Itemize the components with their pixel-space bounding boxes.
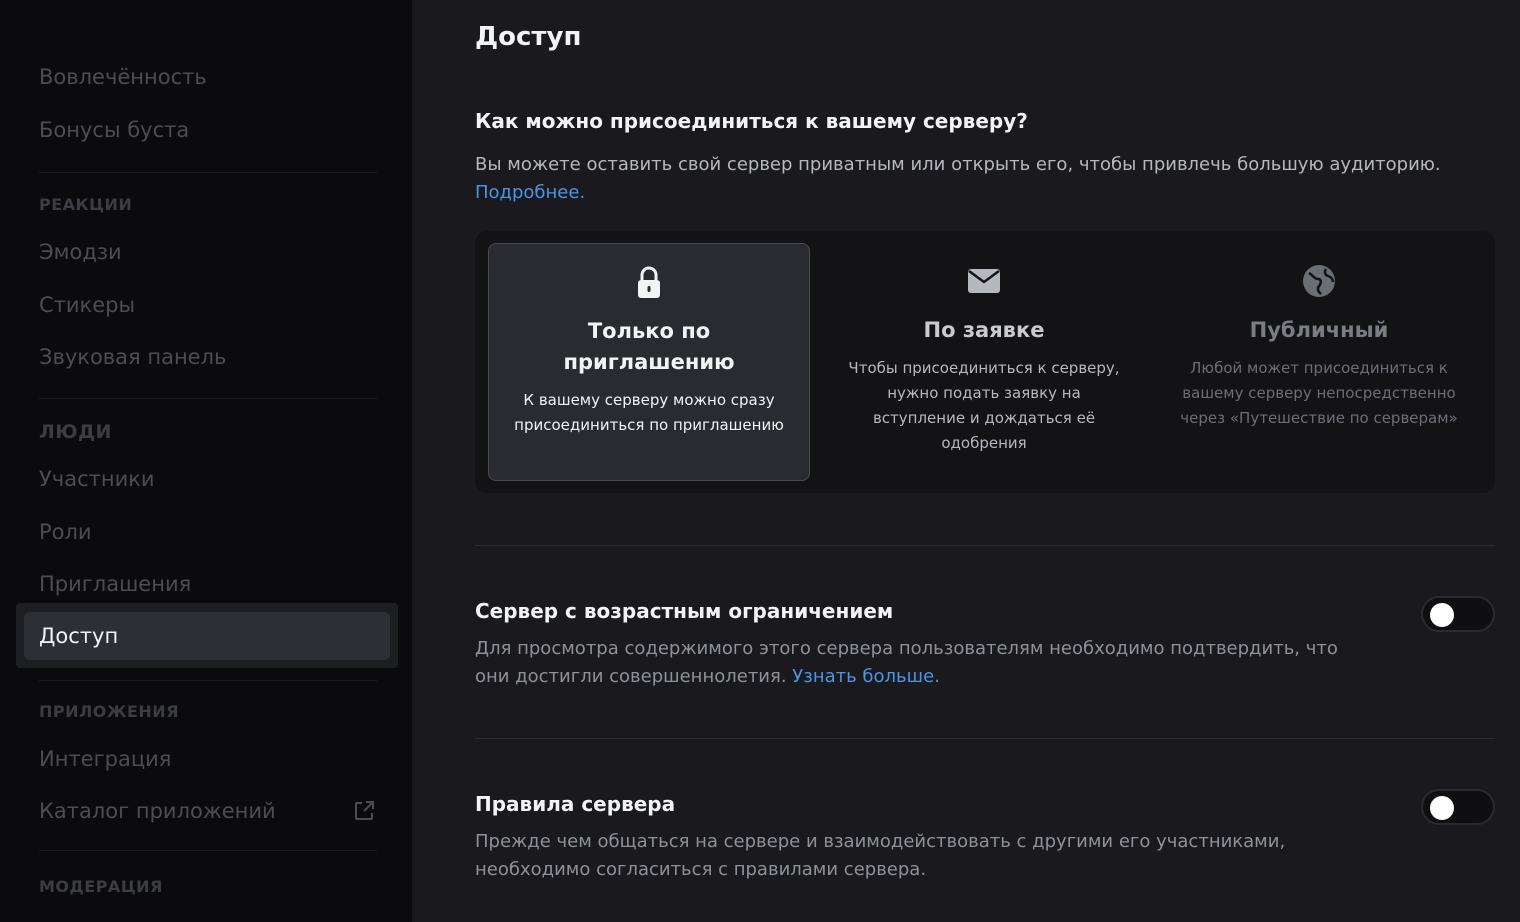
learn-more-link[interactable]: Подробнее. (475, 182, 585, 203)
option-title: По заявке (923, 318, 1045, 342)
sidebar-item-label: Звуковая панель (39, 345, 227, 369)
lock-icon (638, 266, 660, 298)
sidebar-item-access[interactable]: Доступ (24, 612, 390, 660)
sidebar-header-people: ЛЮДИ (39, 421, 112, 443)
server-rules-toggle[interactable] (1421, 789, 1495, 825)
sidebar-item-label: Эмодзи (39, 240, 122, 264)
section-divider (475, 738, 1495, 739)
sidebar-item-label: Роли (39, 520, 92, 544)
sidebar-divider (39, 680, 377, 681)
sidebar-item-label: Каталог приложений (39, 799, 276, 823)
sidebar-item-label: Участники (39, 467, 155, 491)
option-invite-only[interactable]: Только по приглашению К вашему серверу м… (488, 243, 810, 481)
sidebar-header-reactions: РЕАКЦИИ (39, 195, 133, 214)
sidebar-item-roles[interactable]: Роли (24, 508, 390, 556)
option-title: Публичный (1249, 318, 1389, 342)
option-public[interactable]: Публичный Любой может присоединиться к в… (1158, 243, 1480, 481)
sidebar-header-apps: ПРИЛОЖЕНИЯ (39, 702, 180, 721)
sidebar-item-app-directory[interactable]: Каталог приложений (24, 787, 390, 835)
server-rules-desc: Прежде чем общаться на сервере и взаимод… (475, 831, 1286, 880)
sidebar-divider (39, 172, 377, 173)
option-desc: К вашему серверу можно сразу присоединит… (514, 391, 784, 434)
sidebar-item-integrations[interactable]: Интеграция (24, 735, 390, 783)
sidebar-header-moderation: МОДЕРАЦИЯ (39, 877, 163, 896)
external-link-icon (355, 801, 374, 820)
settings-sidebar: Вовлечённость Бонусы буста РЕАКЦИИ Эмодз… (0, 0, 412, 922)
toggle-knob (1430, 603, 1454, 627)
sidebar-item-boost-perks[interactable]: Бонусы буста (24, 106, 390, 154)
option-desc: Любой может присоединиться к вашему серв… (1180, 359, 1458, 427)
age-restricted-learn-more-link[interactable]: Узнать больше. (792, 666, 940, 687)
sidebar-item-label: Стикеры (39, 293, 136, 317)
sidebar-item-invites[interactable]: Приглашения (24, 560, 390, 608)
toggle-knob (1430, 796, 1454, 820)
join-question-title: Как можно присоединиться к вашему сервер… (475, 109, 1028, 133)
access-options: Только по приглашению К вашему серверу м… (475, 231, 1495, 493)
option-title: Только по приглашению (563, 319, 735, 374)
settings-content: Доступ Как можно присоединиться к вашему… (412, 0, 1520, 922)
sidebar-item-stickers[interactable]: Стикеры (24, 281, 390, 329)
sidebar-item-soundboard[interactable]: Звуковая панель (24, 333, 390, 381)
sidebar-item-members[interactable]: Участники (24, 455, 390, 503)
sidebar-item-engagement[interactable]: Вовлечённость (24, 53, 390, 101)
server-rules-title: Правила сервера (475, 792, 676, 816)
sidebar-item-label: Доступ (39, 624, 119, 648)
app-window: Вовлечённость Бонусы буста РЕАКЦИИ Эмодз… (0, 0, 1520, 922)
sidebar-item-label: Вовлечённость (39, 65, 207, 89)
join-desc-text: Вы можете оставить свой сервер приватным… (475, 154, 1441, 175)
join-question-desc: Вы можете оставить свой сервер приватным… (475, 151, 1475, 207)
page-title: Доступ (475, 22, 582, 52)
sidebar-item-label: Приглашения (39, 572, 192, 596)
option-by-application[interactable]: По заявке Чтобы присоединиться к серверу… (823, 243, 1145, 481)
option-desc: Чтобы присоединиться к серверу, нужно по… (848, 359, 1120, 452)
globe-icon (1303, 265, 1335, 297)
sidebar-item-label: Интеграция (39, 747, 172, 771)
envelope-icon (968, 269, 1000, 293)
sidebar-item-emoji[interactable]: Эмодзи (24, 228, 390, 276)
sidebar-divider (39, 850, 377, 851)
age-restricted-title: Сервер с возрастным ограничением (475, 599, 894, 623)
sidebar-divider (39, 398, 377, 399)
age-restricted-desc: Для просмотра содержимого этого сервера … (475, 635, 1375, 691)
age-restricted-toggle[interactable] (1421, 596, 1495, 632)
sidebar-item-label: Бонусы буста (39, 118, 190, 142)
section-divider (475, 545, 1495, 546)
